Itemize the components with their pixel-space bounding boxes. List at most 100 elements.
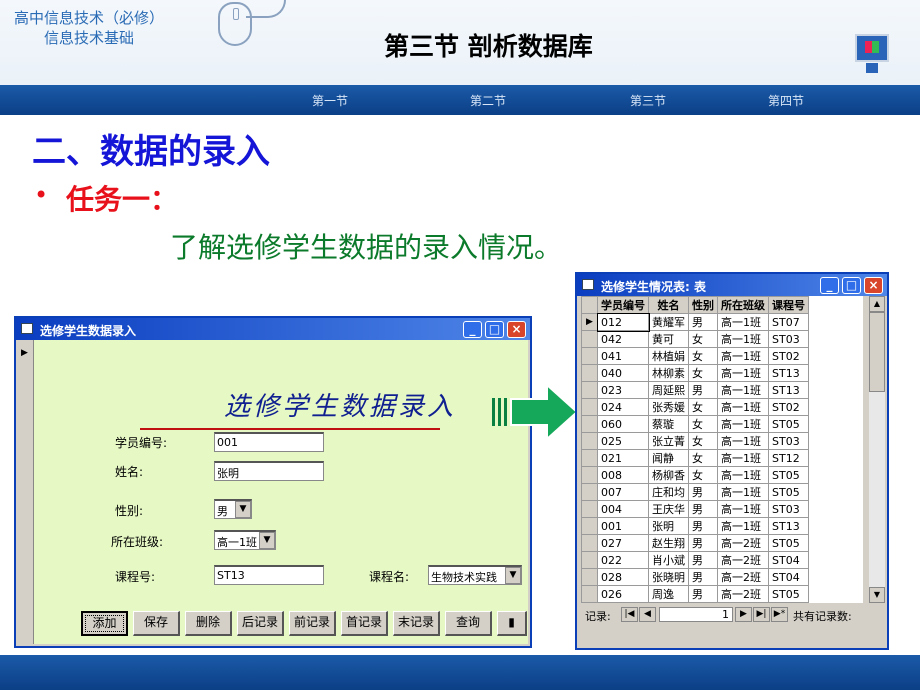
- table-cell[interactable]: 高一1班: [717, 449, 769, 467]
- column-header[interactable]: 性别: [688, 296, 718, 314]
- table-cell[interactable]: ST05: [768, 466, 809, 484]
- nav-section-1[interactable]: 第一节: [312, 92, 348, 109]
- maximize-button[interactable]: □: [485, 321, 504, 338]
- table-cell[interactable]: 高一1班: [717, 364, 769, 382]
- table-cell[interactable]: ST05: [768, 483, 809, 501]
- table-row[interactable]: 042 黄可女高一1班 ST03: [581, 330, 809, 348]
- table-cell[interactable]: 女: [688, 449, 718, 467]
- table-cell[interactable]: 女: [688, 602, 718, 603]
- gender-select[interactable]: 男 ▼: [214, 499, 252, 519]
- chevron-down-icon[interactable]: ▼: [259, 532, 275, 549]
- table-titlebar[interactable]: 选修学生情况表: 表 _ □ ×: [577, 274, 887, 296]
- table-cell[interactable]: ST05: [768, 585, 809, 603]
- nav-section-3[interactable]: 第三节: [630, 92, 666, 109]
- last-record-icon[interactable]: ▶|: [753, 607, 770, 622]
- row-selector[interactable]: [581, 551, 598, 569]
- table-cell[interactable]: ST05: [768, 415, 809, 433]
- prev-record-icon[interactable]: ◀: [639, 607, 656, 622]
- row-selector[interactable]: [581, 381, 598, 399]
- column-header[interactable]: 学员编号: [597, 296, 649, 314]
- table-row[interactable]: 028 张晓明男高一2班 ST04: [581, 568, 809, 586]
- close-button[interactable]: ×: [864, 277, 883, 294]
- row-selector[interactable]: ▶: [581, 313, 598, 331]
- table-cell[interactable]: 高一1班: [717, 347, 769, 365]
- table-cell[interactable]: 女: [688, 398, 718, 416]
- table-row[interactable]: 022 肖小斌男高一2班 ST04: [581, 551, 809, 569]
- table-row[interactable]: 024 张秀媛女高一1班 ST02: [581, 398, 809, 416]
- table-cell[interactable]: ST05: [768, 534, 809, 552]
- row-selector[interactable]: [581, 449, 598, 467]
- table-cell[interactable]: 黄可: [648, 330, 689, 348]
- scroll-down-icon[interactable]: ▼: [869, 587, 885, 603]
- table-cell[interactable]: 高一1班: [717, 415, 769, 433]
- table-cell[interactable]: ST03: [768, 330, 809, 348]
- maximize-button[interactable]: □: [842, 277, 861, 294]
- table-cell[interactable]: 022: [597, 551, 649, 569]
- exit-door-icon[interactable]: ▮: [497, 611, 527, 636]
- table-cell[interactable]: ST13: [768, 381, 809, 399]
- table-cell[interactable]: 肖小斌: [648, 551, 689, 569]
- table-cell[interactable]: 女: [688, 347, 718, 365]
- table-cell[interactable]: 男: [688, 534, 718, 552]
- table-row[interactable]: 021 闻静女高一1班 ST12: [581, 449, 809, 467]
- next-record-icon[interactable]: ▶: [735, 607, 752, 622]
- table-row[interactable]: 025 张立菁女高一1班 ST03: [581, 432, 809, 450]
- table-cell[interactable]: 蔡璇: [648, 415, 689, 433]
- table-cell[interactable]: 012: [596, 312, 650, 332]
- table-cell[interactable]: 007: [597, 483, 649, 501]
- chevron-down-icon[interactable]: ▼: [505, 567, 521, 584]
- table-cell[interactable]: 027: [597, 534, 649, 552]
- table-cell[interactable]: 高一1班: [717, 466, 769, 484]
- table-cell[interactable]: ST13: [768, 517, 809, 535]
- row-selector[interactable]: [581, 347, 598, 365]
- form-titlebar[interactable]: 选修学生数据录入 _ □ ×: [16, 318, 530, 340]
- table-cell[interactable]: ST13: [768, 364, 809, 382]
- row-selector[interactable]: [581, 602, 598, 603]
- table-row[interactable]: 027 赵生翔男高一2班 ST05: [581, 534, 809, 552]
- minimize-button[interactable]: _: [463, 321, 482, 338]
- table-cell[interactable]: 042: [597, 330, 649, 348]
- table-cell[interactable]: 林柳素: [648, 364, 689, 382]
- scroll-thumb[interactable]: [869, 312, 885, 392]
- table-cell[interactable]: 张晓明: [648, 568, 689, 586]
- table-cell[interactable]: 高一2班: [717, 568, 769, 586]
- table-cell[interactable]: 黄耀军: [648, 313, 689, 331]
- row-selector[interactable]: [581, 466, 598, 484]
- table-cell[interactable]: 025: [597, 432, 649, 450]
- table-cell[interactable]: 高一1班: [717, 313, 769, 331]
- column-header[interactable]: 所在班级: [717, 296, 769, 314]
- table-cell[interactable]: 高一1班: [717, 517, 769, 535]
- row-selector[interactable]: [581, 517, 598, 535]
- id-field[interactable]: 001: [214, 432, 324, 452]
- row-selector[interactable]: [581, 568, 598, 586]
- table-cell[interactable]: ST03: [768, 432, 809, 450]
- nav-section-2[interactable]: 第二节: [470, 92, 506, 109]
- table-row[interactable]: 023 周延熙男高一1班 ST13: [581, 381, 809, 399]
- table-cell[interactable]: 周逸: [648, 585, 689, 603]
- table-cell[interactable]: 男: [688, 517, 718, 535]
- minimize-button[interactable]: _: [820, 277, 839, 294]
- table-row[interactable]: 026 周逸男高一2班 ST05: [581, 585, 809, 603]
- table-row[interactable]: 040 林柳素女高一1班 ST13: [581, 364, 809, 382]
- table-cell[interactable]: 陈楚旋: [648, 602, 689, 603]
- table-cell[interactable]: 高一1班: [717, 398, 769, 416]
- table-cell[interactable]: 023: [597, 381, 649, 399]
- table-cell[interactable]: 041: [597, 347, 649, 365]
- row-selector-header[interactable]: [581, 296, 598, 314]
- table-cell[interactable]: 高一2班: [717, 551, 769, 569]
- table-row[interactable]: 007 庄和均男高一1班 ST05: [581, 483, 809, 501]
- table-row[interactable]: ▶ 012 黄耀军男高一1班 ST07: [581, 312, 809, 332]
- table-row[interactable]: 008 杨柳香女高一1班 ST05: [581, 466, 809, 484]
- table-cell[interactable]: 高一1班: [717, 432, 769, 450]
- delete-button[interactable]: 删除: [185, 611, 232, 636]
- table-cell[interactable]: 040: [597, 364, 649, 382]
- last-record-button[interactable]: 末记录: [393, 611, 440, 636]
- row-selector[interactable]: [581, 415, 598, 433]
- table-cell[interactable]: ST03: [768, 602, 809, 603]
- class-select[interactable]: 高一1班 ▼: [214, 530, 276, 550]
- table-cell[interactable]: 闻静: [648, 449, 689, 467]
- table-cell[interactable]: ST02: [768, 347, 809, 365]
- table-cell[interactable]: 张秀媛: [648, 398, 689, 416]
- table-cell[interactable]: 高一1班: [717, 500, 769, 518]
- table-cell[interactable]: 高一1班: [717, 330, 769, 348]
